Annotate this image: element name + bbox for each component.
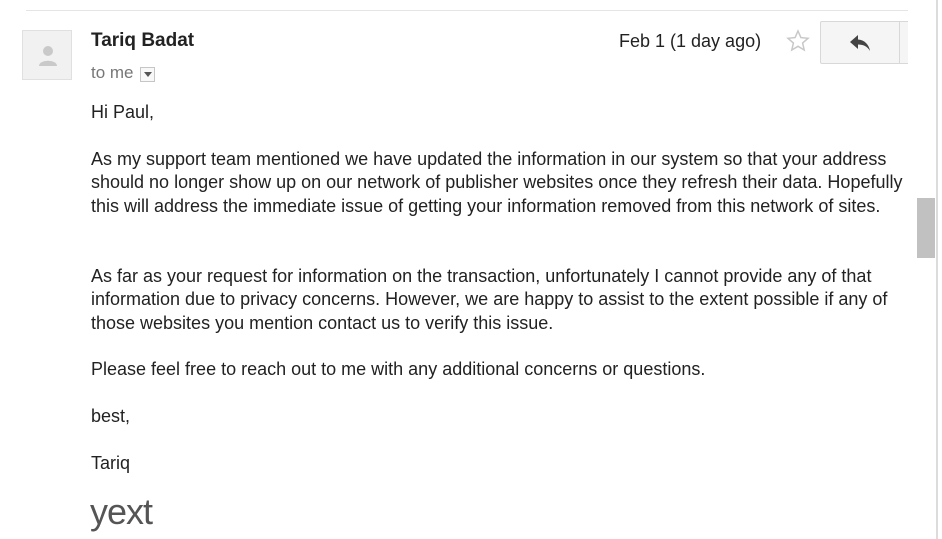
star-outline-icon[interactable] — [786, 29, 810, 53]
chevron-down-icon — [143, 71, 152, 77]
closing: best, — [91, 406, 131, 426]
pane-divider — [936, 0, 938, 539]
sender-name[interactable]: Tariq Badat — [91, 30, 194, 52]
company-logo: yext — [90, 491, 153, 532]
recipient-line: to me — [91, 63, 155, 83]
avatar[interactable] — [22, 30, 72, 80]
reply-arrow-icon — [850, 35, 870, 51]
body-paragraph: As my support team mentioned we have upd… — [91, 149, 903, 216]
signature-name: Tariq — [91, 453, 131, 473]
avatar-placeholder-icon — [39, 46, 57, 66]
header-divider — [26, 10, 908, 11]
show-details-button[interactable] — [139, 66, 155, 82]
scrollbar-track[interactable] — [916, 0, 936, 539]
body-paragraph: Please feel free to reach out to me with… — [91, 359, 706, 379]
message-date: Feb 1 (1 day ago) — [619, 31, 762, 51]
reply-button[interactable] — [820, 21, 900, 64]
recipient-label: to me — [91, 63, 134, 82]
more-options-button[interactable] — [899, 21, 908, 64]
greeting: Hi Paul, — [91, 102, 155, 122]
body-paragraph: As far as your request for information o… — [91, 266, 888, 333]
scrollbar-thumb[interactable] — [917, 198, 935, 258]
